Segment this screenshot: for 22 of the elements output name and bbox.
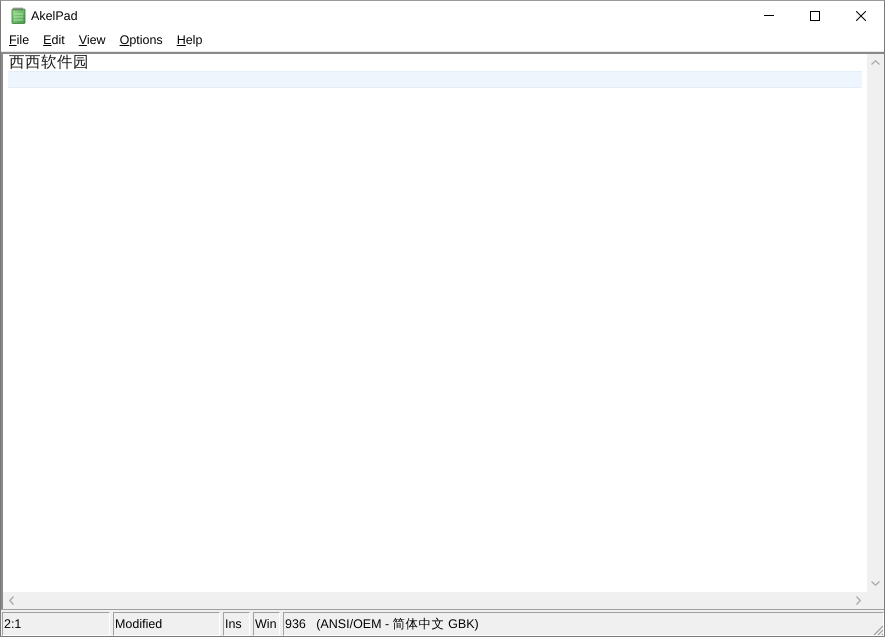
size-grip-icon[interactable] bbox=[871, 623, 884, 636]
menu-item[interactable]: Edit bbox=[36, 31, 72, 50]
maximize-icon bbox=[810, 10, 820, 20]
menu-item[interactable]: File bbox=[2, 31, 36, 50]
window-title: AkelPad bbox=[31, 8, 78, 22]
status-panel: 936 (ANSI/OEM - 简体中文 GBK) bbox=[283, 612, 884, 636]
menu-item[interactable]: Options bbox=[112, 31, 170, 50]
chevron-left-icon bbox=[9, 596, 14, 605]
status-panel: 2:1 bbox=[2, 612, 110, 636]
menu-item[interactable]: View bbox=[72, 31, 113, 50]
status-panel: Ins bbox=[223, 612, 250, 636]
chevron-up-icon bbox=[871, 60, 880, 65]
status-panel: Win bbox=[253, 612, 280, 636]
close-icon bbox=[856, 10, 866, 20]
notepad-icon bbox=[11, 7, 26, 24]
minimize-icon bbox=[764, 15, 774, 16]
text-editor[interactable]: 西西软件园 bbox=[3, 54, 867, 592]
chevron-right-icon bbox=[856, 596, 861, 605]
status-panel: Modified bbox=[113, 612, 220, 636]
text-line: 西西软件园 bbox=[8, 54, 90, 71]
menu-item[interactable]: Help bbox=[170, 31, 210, 50]
chevron-down-icon bbox=[871, 581, 880, 586]
